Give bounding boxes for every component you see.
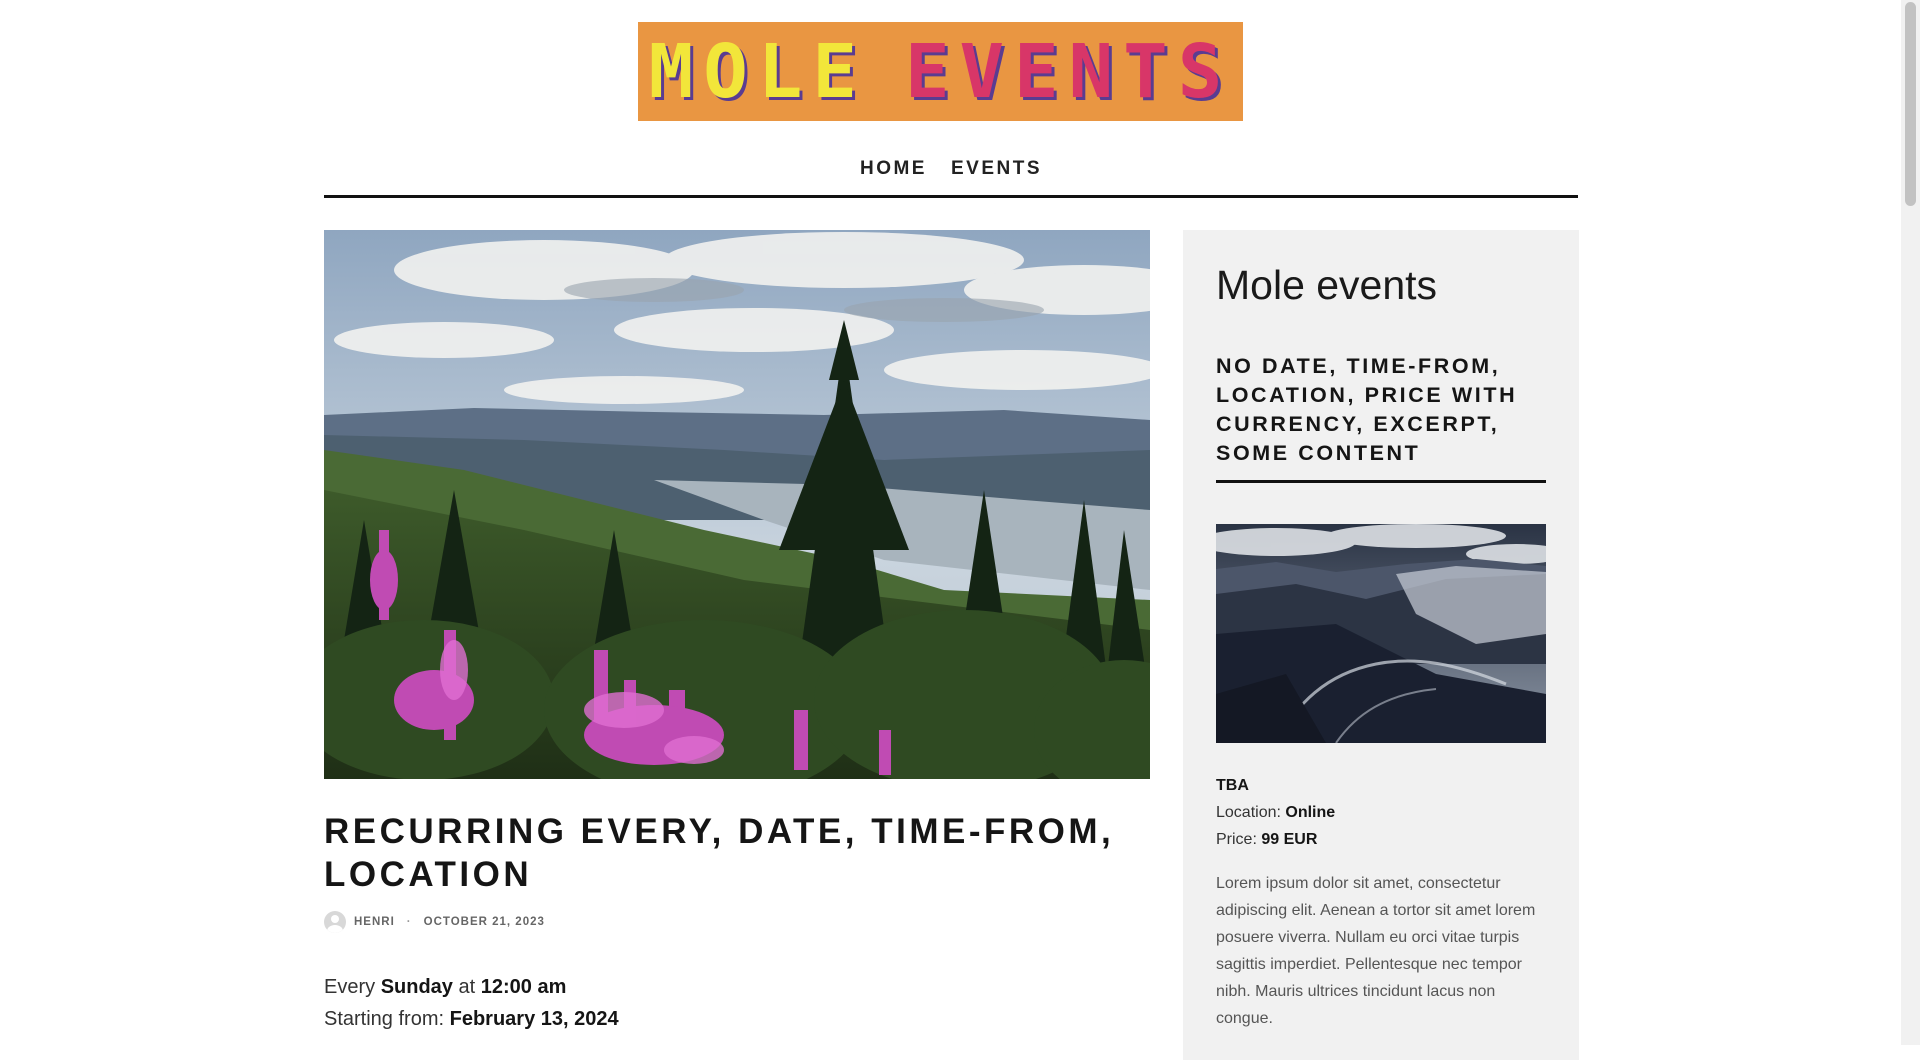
event-time: 12:00 am: [480, 976, 567, 998]
sidebar-event-location: Location: Online: [1216, 799, 1546, 826]
price-label: Price:: [1216, 831, 1257, 848]
featured-image: [324, 230, 1150, 779]
sidebar-title: Mole events: [1216, 262, 1438, 308]
sidebar-event-excerpt: Lorem ipsum dolor sit amet, consectetur …: [1216, 875, 1536, 1027]
post-meta: HENRI · OCTOBER 21, 2023: [324, 911, 545, 933]
logo-word-events: EVENTS: [904, 28, 1233, 115]
meta-separator: ·: [406, 916, 412, 928]
post-author[interactable]: HENRI: [354, 916, 395, 928]
sidebar-event-title[interactable]: NO DATE, TIME-FROM, LOCATION, PRICE WITH…: [1216, 352, 1546, 483]
post-date[interactable]: OCTOBER 21, 2023: [424, 916, 545, 928]
logo-word-mole: MOLE: [648, 28, 867, 115]
nav-events-link[interactable]: EVENTS: [951, 145, 1042, 180]
event-start-date: February 13, 2024: [449, 1008, 619, 1030]
event-recurrence-line: Every Sunday at 12:00 am: [324, 971, 1150, 1003]
author-avatar-icon[interactable]: [324, 911, 346, 933]
price-value: 99 EUR: [1261, 831, 1318, 848]
nav-home-link[interactable]: HOME: [860, 145, 927, 180]
main-nav: HOME EVENTS: [324, 145, 1578, 198]
at-label: at: [458, 976, 476, 998]
event-start-line: Starting from: February 13, 2024: [324, 1003, 1150, 1035]
scrollbar-thumb[interactable]: [1905, 2, 1916, 206]
location-label: Location:: [1216, 804, 1281, 821]
event-day: Sunday: [380, 976, 453, 998]
sidebar-event-price: Price: 99 EUR: [1216, 826, 1546, 853]
starting-label: Starting from:: [324, 1008, 445, 1030]
post-title: RECURRING EVERY, DATE, TIME-FROM, LOCATI…: [324, 812, 1115, 894]
sidebar-event-date: TBA: [1216, 777, 1249, 794]
sidebar-widget: Mole events NO DATE, TIME-FROM, LOCATION…: [1183, 230, 1579, 1060]
sidebar-event-details: TBA Location: Online Price: 99 EUR: [1216, 772, 1546, 853]
site-logo[interactable]: MOLE EVENTS: [638, 22, 1243, 121]
event-info: Every Sunday at 12:00 am Starting from: …: [324, 971, 1150, 1035]
sidebar-event-image[interactable]: [1216, 524, 1546, 743]
page-scrollbar[interactable]: [1901, 0, 1920, 1045]
every-label: Every: [324, 976, 376, 998]
location-value: Online: [1285, 804, 1336, 821]
